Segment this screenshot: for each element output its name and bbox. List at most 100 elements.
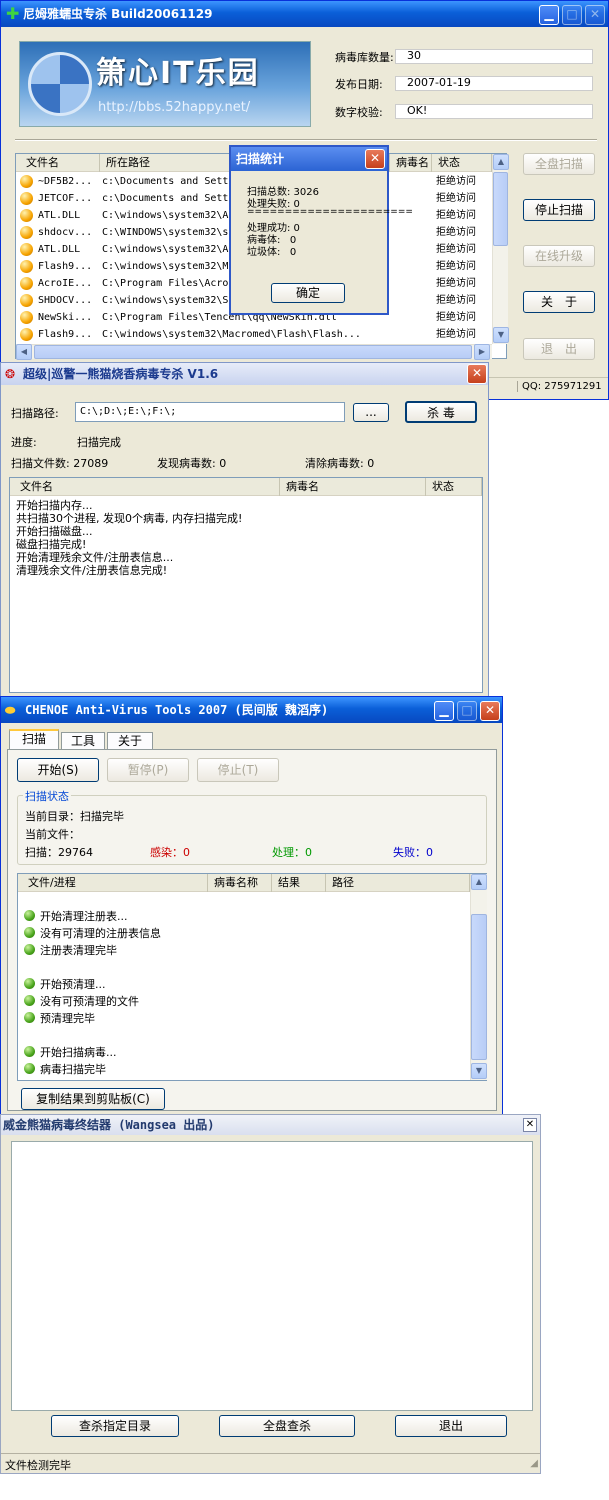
result-list[interactable]: 文件/进程 病毒名称 结果 路径 开始清理注册表... 没有可清理的注册表信息 …: [17, 873, 487, 1081]
warning-icon: [20, 175, 33, 188]
column-header[interactable]: 状态: [426, 478, 482, 496]
scan-folder-button[interactable]: 查杀指定目录: [51, 1415, 179, 1437]
warning-icon: [20, 260, 33, 273]
full-disk-button[interactable]: 全盘查杀: [219, 1415, 355, 1437]
progress-label: 进度:: [11, 436, 37, 449]
status-dot-icon: [24, 944, 35, 955]
app-icon: ⬬: [5, 703, 16, 717]
copy-results-button[interactable]: 复制结果到剪贴板(C): [21, 1088, 165, 1110]
path-label: 扫描路径:: [11, 407, 59, 420]
window-chenoe: ⬬ CHENOE Anti-Virus Tools 2007 (民间版 魏滔序)…: [0, 696, 503, 1116]
logo-text: 箫心IT乐园: [96, 56, 260, 91]
exit-button[interactable]: 退出: [395, 1415, 507, 1437]
info-row: 发布日期: 2007-01-19: [335, 76, 593, 92]
tab-tools[interactable]: 工具: [61, 732, 105, 750]
browse-button[interactable]: ...: [353, 403, 389, 422]
status-dot-icon: [24, 1063, 35, 1074]
tab-about[interactable]: 关于: [107, 732, 153, 750]
window-wangsea: 威金熊猫病毒终结器 (Wangsea 出品) ✕ 查杀指定目录 全盘查杀 退出 …: [0, 1114, 541, 1474]
title-bar: ❂ 超级|巡警一熊猫烧香病毒专杀 V1.6: [1, 363, 488, 385]
group-title: 扫描状态: [23, 788, 71, 804]
start-button[interactable]: 开始(S): [17, 758, 99, 782]
cleaned-count: 清除病毒数: 0: [305, 457, 375, 470]
list-header: 文件名 病毒名 状态: [10, 478, 482, 496]
column-header[interactable]: 病毒名称: [208, 874, 272, 892]
dialog-line: 垃圾体: 0: [247, 247, 297, 258]
column-header[interactable]: 病毒名: [390, 154, 432, 172]
scroll-thumb[interactable]: [471, 914, 487, 1060]
column-header[interactable]: 文件名: [14, 478, 280, 496]
warning-icon: [20, 311, 33, 324]
logo-icon: [28, 52, 92, 116]
maximize-button: □: [562, 5, 582, 25]
column-header[interactable]: 状态: [432, 154, 492, 172]
stop-scan-button[interactable]: 停止扫描: [523, 199, 595, 221]
maximize-button: □: [457, 701, 477, 721]
minimize-button[interactable]: ▁: [434, 701, 454, 721]
failed-count: 失败：0: [393, 846, 433, 859]
status-bar: 文件检测完毕 ◢: [1, 1453, 540, 1473]
column-header[interactable]: 文件/进程: [22, 874, 208, 892]
info-row: 病毒库数量: 30: [335, 49, 593, 65]
column-header[interactable]: 结果: [272, 874, 326, 892]
divider: [15, 139, 597, 141]
scan-stats-dialog: 扫描统计 ✕ 扫描总数: 3026 处理失败: 0 ==============…: [229, 145, 413, 315]
scroll-down-icon[interactable]: ▼: [493, 327, 509, 343]
app-icon: ✚: [6, 4, 20, 23]
log-line: 清理残余文件/注册表信息完成!: [16, 564, 168, 577]
infected-count: 感染：0: [150, 846, 190, 859]
status-dot-icon: [24, 927, 35, 938]
scroll-thumb[interactable]: [34, 345, 472, 359]
full-scan-button: 全盘扫描: [523, 153, 595, 175]
title-bar: 威金熊猫病毒终结器 (Wangsea 出品): [1, 1115, 540, 1135]
close-button[interactable]: ✕: [480, 701, 500, 721]
dialog-ok-button[interactable]: 确定: [271, 283, 345, 303]
close-button[interactable]: ✕: [467, 364, 487, 384]
vertical-scrollbar[interactable]: ▲ ▼: [470, 874, 487, 1080]
window-title: 超级|巡警一熊猫烧香病毒专杀 V1.6: [23, 367, 219, 381]
tab-scan[interactable]: 扫描: [9, 729, 59, 749]
stop-button: 停止(T): [197, 758, 279, 782]
scroll-up-icon[interactable]: ▲: [493, 154, 509, 170]
warning-icon: [20, 277, 33, 290]
current-file: 当前文件：: [25, 828, 80, 841]
found-count: 发现病毒数: 0: [157, 457, 227, 470]
scroll-right-icon[interactable]: ▶: [474, 344, 490, 360]
vertical-scrollbar[interactable]: ▲ ▼: [492, 154, 509, 344]
scroll-down-icon[interactable]: ▼: [471, 1063, 487, 1079]
title-bar: ⬬ CHENOE Anti-Virus Tools 2007 (民间版 魏滔序): [1, 697, 502, 723]
app-icon: ❂: [5, 367, 16, 381]
progress-value: 扫描完成: [77, 436, 121, 449]
scroll-left-icon[interactable]: ◀: [16, 344, 32, 360]
about-button[interactable]: 关 于: [523, 291, 595, 313]
handled-count: 处理：0: [272, 846, 312, 859]
window-title: CHENOE Anti-Virus Tools 2007 (民间版 魏滔序): [25, 703, 329, 717]
minimize-button[interactable]: ▁: [539, 5, 559, 25]
logo-url: http://bbs.52happy.net/: [98, 100, 251, 115]
scroll-thumb[interactable]: [493, 172, 508, 246]
window-title: 尼姆雅蠕虫专杀 Build20061129: [23, 7, 213, 21]
close-button[interactable]: ✕: [523, 1118, 537, 1132]
horizontal-scrollbar[interactable]: ◀ ▶: [16, 344, 492, 360]
logo-banner: 箫心IT乐园 http://bbs.52happy.net/: [19, 41, 311, 127]
result-list[interactable]: 文件名 病毒名 状态 开始扫描内存... 共扫描30个进程, 发现0个病毒, 内…: [9, 477, 483, 693]
dialog-close-button[interactable]: ✕: [365, 149, 385, 169]
close-button: ✕: [585, 5, 605, 25]
column-header[interactable]: 病毒名: [280, 478, 426, 496]
pause-button: 暂停(P): [107, 758, 189, 782]
column-header[interactable]: 文件名: [20, 154, 100, 172]
warning-icon: [20, 209, 33, 222]
column-header[interactable]: 路径: [326, 874, 470, 892]
resize-grip-icon[interactable]: ◢: [530, 1458, 538, 1469]
warning-icon: [20, 328, 33, 341]
status-text: 文件检测完毕: [5, 1459, 71, 1472]
path-input[interactable]: C:\;D:\;E:\;F:\;: [75, 402, 345, 422]
qq-label: QQ: 275971291: [517, 381, 602, 392]
dialog-line: ======================: [247, 207, 413, 217]
scroll-up-icon[interactable]: ▲: [471, 874, 487, 890]
dialog-title-bar: 扫描统计: [231, 147, 387, 171]
output-textarea[interactable]: [11, 1141, 533, 1411]
kill-button[interactable]: 杀 毒: [405, 401, 477, 423]
warning-icon: [20, 243, 33, 256]
scanned-count: 扫描文件数: 27089: [11, 457, 109, 470]
